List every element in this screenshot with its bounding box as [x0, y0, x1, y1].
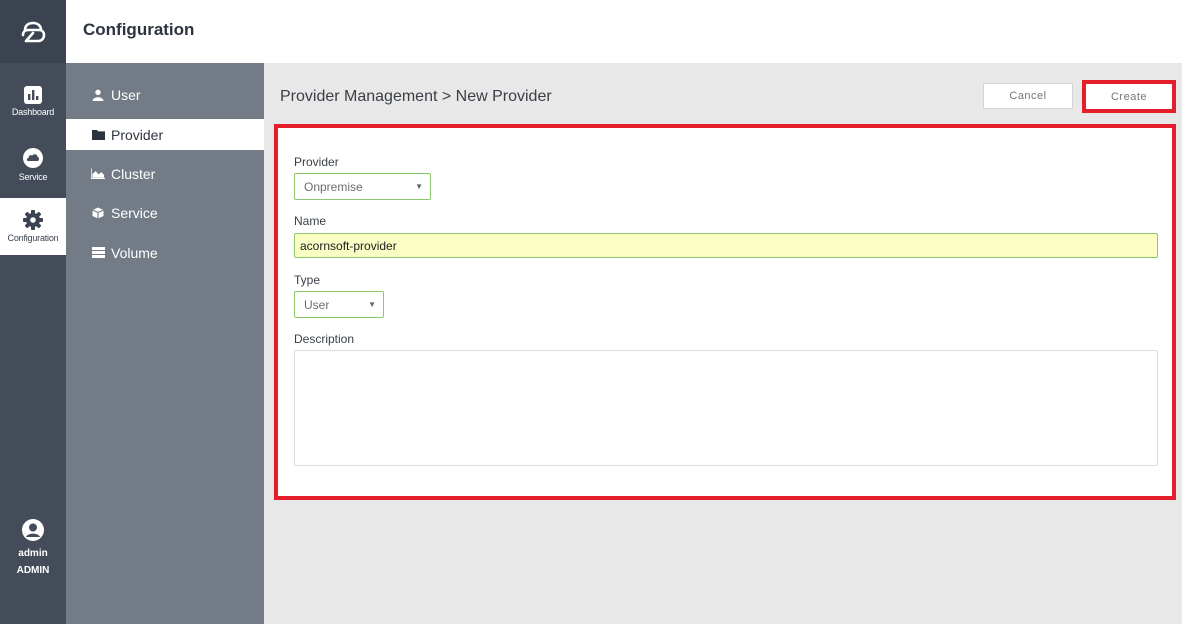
provider-label: Provider — [294, 155, 339, 169]
cancel-button[interactable]: Cancel — [983, 83, 1073, 109]
top-header: Configuration — [66, 0, 1182, 63]
app-logo[interactable] — [0, 0, 66, 63]
rail-item-service[interactable]: Service — [0, 136, 66, 193]
type-select-value: User — [304, 297, 330, 312]
config-sidebar: User Provider Cluster Service Volume — [66, 63, 264, 624]
sidebar-item-label: Cluster — [111, 165, 156, 182]
description-label: Description — [294, 332, 355, 346]
sidebar-item-label: Provider — [111, 126, 164, 143]
cube-icon — [91, 207, 105, 219]
breadcrumb: Provider Management > New Provider — [280, 88, 552, 105]
sidebar-item-label: Volume — [111, 244, 158, 261]
user-icon — [91, 89, 105, 101]
provider-select[interactable]: Onpremise ▼ — [294, 173, 431, 200]
sidebar-item-label: Service — [111, 204, 158, 221]
type-select[interactable]: User ▼ — [294, 291, 384, 318]
sidebar-item-service[interactable]: Service — [66, 197, 264, 228]
sidebar-item-provider[interactable]: Provider — [66, 119, 264, 150]
chevron-down-icon: ▼ — [415, 182, 423, 191]
name-input[interactable]: acornsoft-provider — [294, 233, 1158, 258]
page-title: Configuration — [83, 20, 195, 39]
user-profile[interactable]: admin ADMIN — [0, 518, 66, 576]
name-input-value: acornsoft-provider — [300, 238, 397, 253]
left-rail: Dashboard Service Configuration admin AD… — [0, 0, 66, 624]
rail-item-label: Configuration — [7, 233, 59, 243]
create-button[interactable]: Create — [1088, 85, 1170, 108]
chevron-down-icon: ▼ — [368, 300, 376, 309]
type-label: Type — [294, 273, 321, 287]
provider-select-value: Onpremise — [304, 179, 363, 194]
cloud-icon — [23, 148, 43, 168]
logo-icon — [21, 21, 46, 42]
user-avatar-icon — [22, 519, 44, 541]
area-chart-icon — [91, 168, 105, 180]
rail-item-configuration[interactable]: Configuration — [0, 198, 66, 255]
description-textarea[interactable] — [294, 350, 1158, 466]
server-icon — [91, 247, 105, 259]
folder-icon — [91, 129, 105, 141]
rail-item-label: Dashboard — [11, 107, 55, 117]
bar-chart-icon — [24, 86, 42, 104]
sidebar-item-cluster[interactable]: Cluster — [66, 158, 264, 189]
user-name: admin — [18, 548, 48, 559]
name-label: Name — [294, 214, 327, 228]
gear-icon — [23, 210, 43, 230]
rail-item-label: Service — [18, 172, 48, 182]
user-role: ADMIN — [16, 565, 50, 576]
sidebar-item-user[interactable]: User — [66, 79, 264, 110]
rail-item-dashboard[interactable]: Dashboard — [0, 73, 66, 130]
sidebar-item-label: User — [111, 86, 141, 103]
sidebar-item-volume[interactable]: Volume — [66, 237, 264, 268]
